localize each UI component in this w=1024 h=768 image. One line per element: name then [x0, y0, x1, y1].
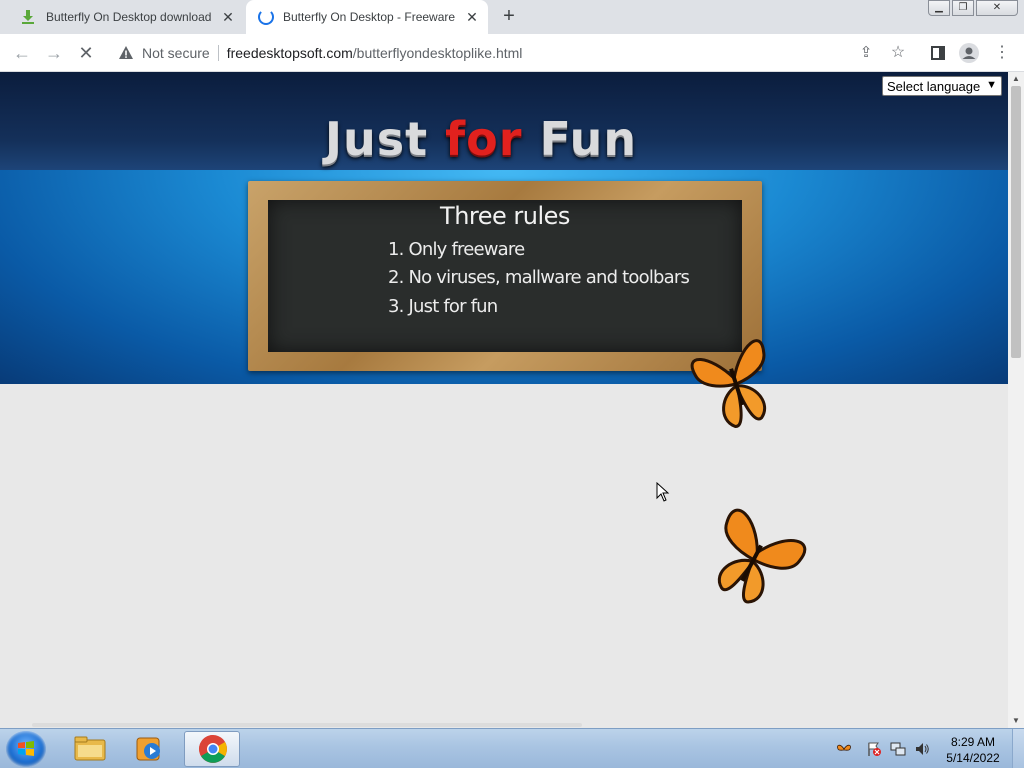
page-viewport: Just for Fun Three rules 1. Only freewar…	[0, 72, 1008, 728]
bookmark-star-icon[interactable]: ☆	[887, 42, 909, 64]
close-tab-icon[interactable]: ✕	[220, 9, 236, 25]
security-status[interactable]: Not secure	[142, 45, 210, 61]
chrome-icon	[199, 735, 227, 763]
windows-explorer-icon	[74, 736, 106, 761]
taskbar-explorer[interactable]	[62, 731, 118, 767]
minimize-button[interactable]: ▁	[928, 0, 950, 16]
profile-avatar-icon[interactable]	[958, 42, 980, 64]
url-text[interactable]: freedesktopsoft.com/butterflyondesktopli…	[227, 45, 523, 61]
horizontal-scroll-hint	[32, 723, 582, 727]
omnibox-divider	[217, 45, 219, 61]
address-bar[interactable]: Not secure freedesktopsoft.com/butterfly…	[110, 38, 910, 68]
vertical-scrollbar[interactable]: ▲ ▼	[1008, 72, 1024, 728]
language-select[interactable]: Select language ▼	[882, 76, 1002, 96]
headline-just-for-fun: Just for Fun	[0, 112, 962, 166]
tab-download[interactable]: Butterfly On Desktop download ( ✕	[10, 0, 244, 34]
windows-logo-icon	[18, 741, 34, 756]
download-icon	[22, 10, 34, 24]
rule-2: 2. No viruses, mallware and toolbars	[388, 267, 690, 288]
restore-button[interactable]: ❐	[952, 0, 974, 16]
forward-icon[interactable]: →	[43, 42, 65, 64]
show-desktop-button[interactable]	[1012, 729, 1024, 768]
new-tab-button[interactable]: +	[498, 6, 520, 28]
close-tab-icon[interactable]: ✕	[464, 9, 480, 25]
taskbar-media-player[interactable]	[122, 731, 178, 767]
start-button[interactable]	[6, 731, 46, 767]
rules-title: Three rules	[440, 202, 570, 230]
headline-word-2: for	[445, 112, 523, 166]
rule-1: 1. Only freeware	[388, 239, 525, 260]
close-window-button[interactable]: ✕	[976, 0, 1018, 16]
tab-title: Butterfly On Desktop - Freeware	[283, 10, 455, 24]
network-icon[interactable]	[890, 741, 906, 757]
chevron-down-icon: ▼	[986, 79, 997, 91]
scrollbar-thumb[interactable]	[1011, 86, 1021, 358]
url-host: freedesktopsoft.com	[226, 45, 353, 61]
rule-3: 3. Just for fun	[388, 296, 498, 317]
back-icon[interactable]: ←	[11, 42, 33, 64]
page-content-area	[0, 384, 1008, 728]
headline-word-3: Fun	[539, 112, 638, 166]
action-center-flag-icon[interactable]	[866, 741, 882, 757]
hero-banner: Just for Fun Three rules 1. Only freewar…	[0, 72, 1008, 384]
media-player-icon	[136, 737, 160, 761]
stop-loading-icon[interactable]: ✕	[75, 42, 97, 64]
loading-spinner-icon	[258, 9, 274, 25]
mouse-cursor-icon	[656, 482, 670, 502]
browser-tab-strip: Butterfly On Desktop download ( ✕ Butter…	[0, 0, 1024, 34]
scroll-down-icon[interactable]: ▼	[1008, 714, 1024, 728]
chalkboard-frame: Three rules 1. Only freeware 2. No virus…	[248, 181, 762, 371]
menu-kebab-icon[interactable]: ⋮	[991, 42, 1013, 64]
taskbar-clock[interactable]: 8:29 AM 5/14/2022	[940, 734, 1006, 766]
warning-icon	[119, 46, 133, 59]
share-icon[interactable]: ⇪	[855, 42, 877, 64]
butterfly-image	[690, 339, 767, 428]
butterfly-image	[718, 508, 807, 604]
scroll-up-icon[interactable]: ▲	[1008, 72, 1024, 86]
tab-title: Butterfly On Desktop download (	[46, 10, 214, 24]
windows-taskbar: 8:29 AM 5/14/2022	[0, 728, 1024, 768]
side-panel-icon[interactable]	[927, 42, 949, 64]
chalkboard: Three rules 1. Only freeware 2. No virus…	[268, 200, 742, 352]
url-path: /butterflyondesktoplike.html	[352, 45, 523, 61]
browser-toolbar: ← → ✕ Not secure freedesktopsoft.com/but…	[0, 34, 1024, 72]
headline-word-1: Just	[324, 112, 429, 166]
butterfly-tray-icon[interactable]	[836, 741, 852, 757]
volume-icon[interactable]	[914, 741, 930, 757]
tab-butterfly-freeware[interactable]: Butterfly On Desktop - Freeware ✕	[246, 0, 488, 34]
clock-date: 5/14/2022	[946, 751, 1000, 765]
language-select-value: Select language	[887, 78, 981, 94]
taskbar-chrome[interactable]	[184, 731, 240, 767]
clock-time: 8:29 AM	[950, 735, 996, 749]
